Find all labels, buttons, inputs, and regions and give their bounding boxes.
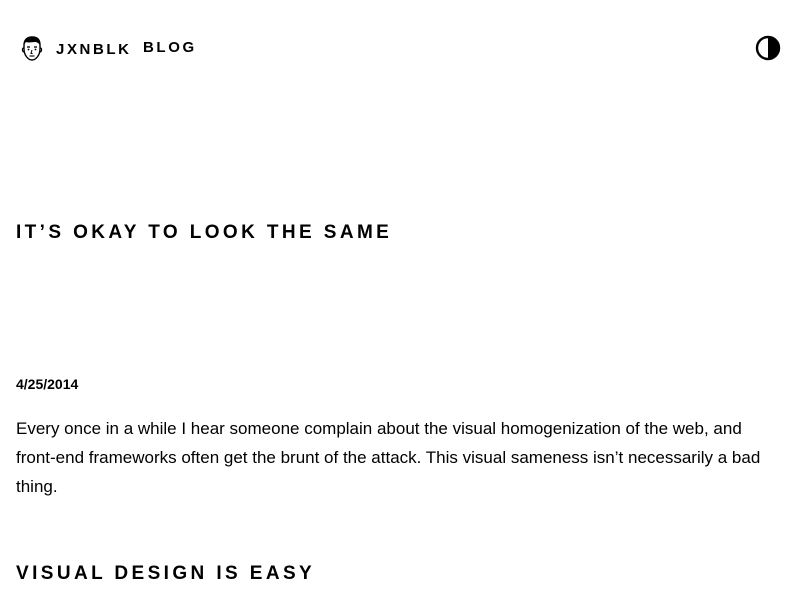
home-link[interactable]: JXNBLK (20, 36, 132, 62)
nav-blog-link[interactable]: BLOG (143, 39, 197, 56)
section-heading: VISUAL DESIGN IS EASY (16, 563, 316, 584)
avatar (20, 36, 44, 62)
site-name: JXNBLK (56, 40, 132, 58)
theme-toggle-button[interactable] (755, 35, 781, 61)
post-intro-paragraph: Every once in a while I hear someone com… (16, 419, 761, 496)
site-header: JXNBLK BLOG (0, 0, 800, 96)
face-avatar-icon (21, 36, 43, 61)
contrast-half-circle-icon (755, 35, 781, 61)
post-date: 4/25/2014 (16, 376, 79, 392)
post-title: IT’S OKAY TO LOOK THE SAME (16, 222, 393, 243)
